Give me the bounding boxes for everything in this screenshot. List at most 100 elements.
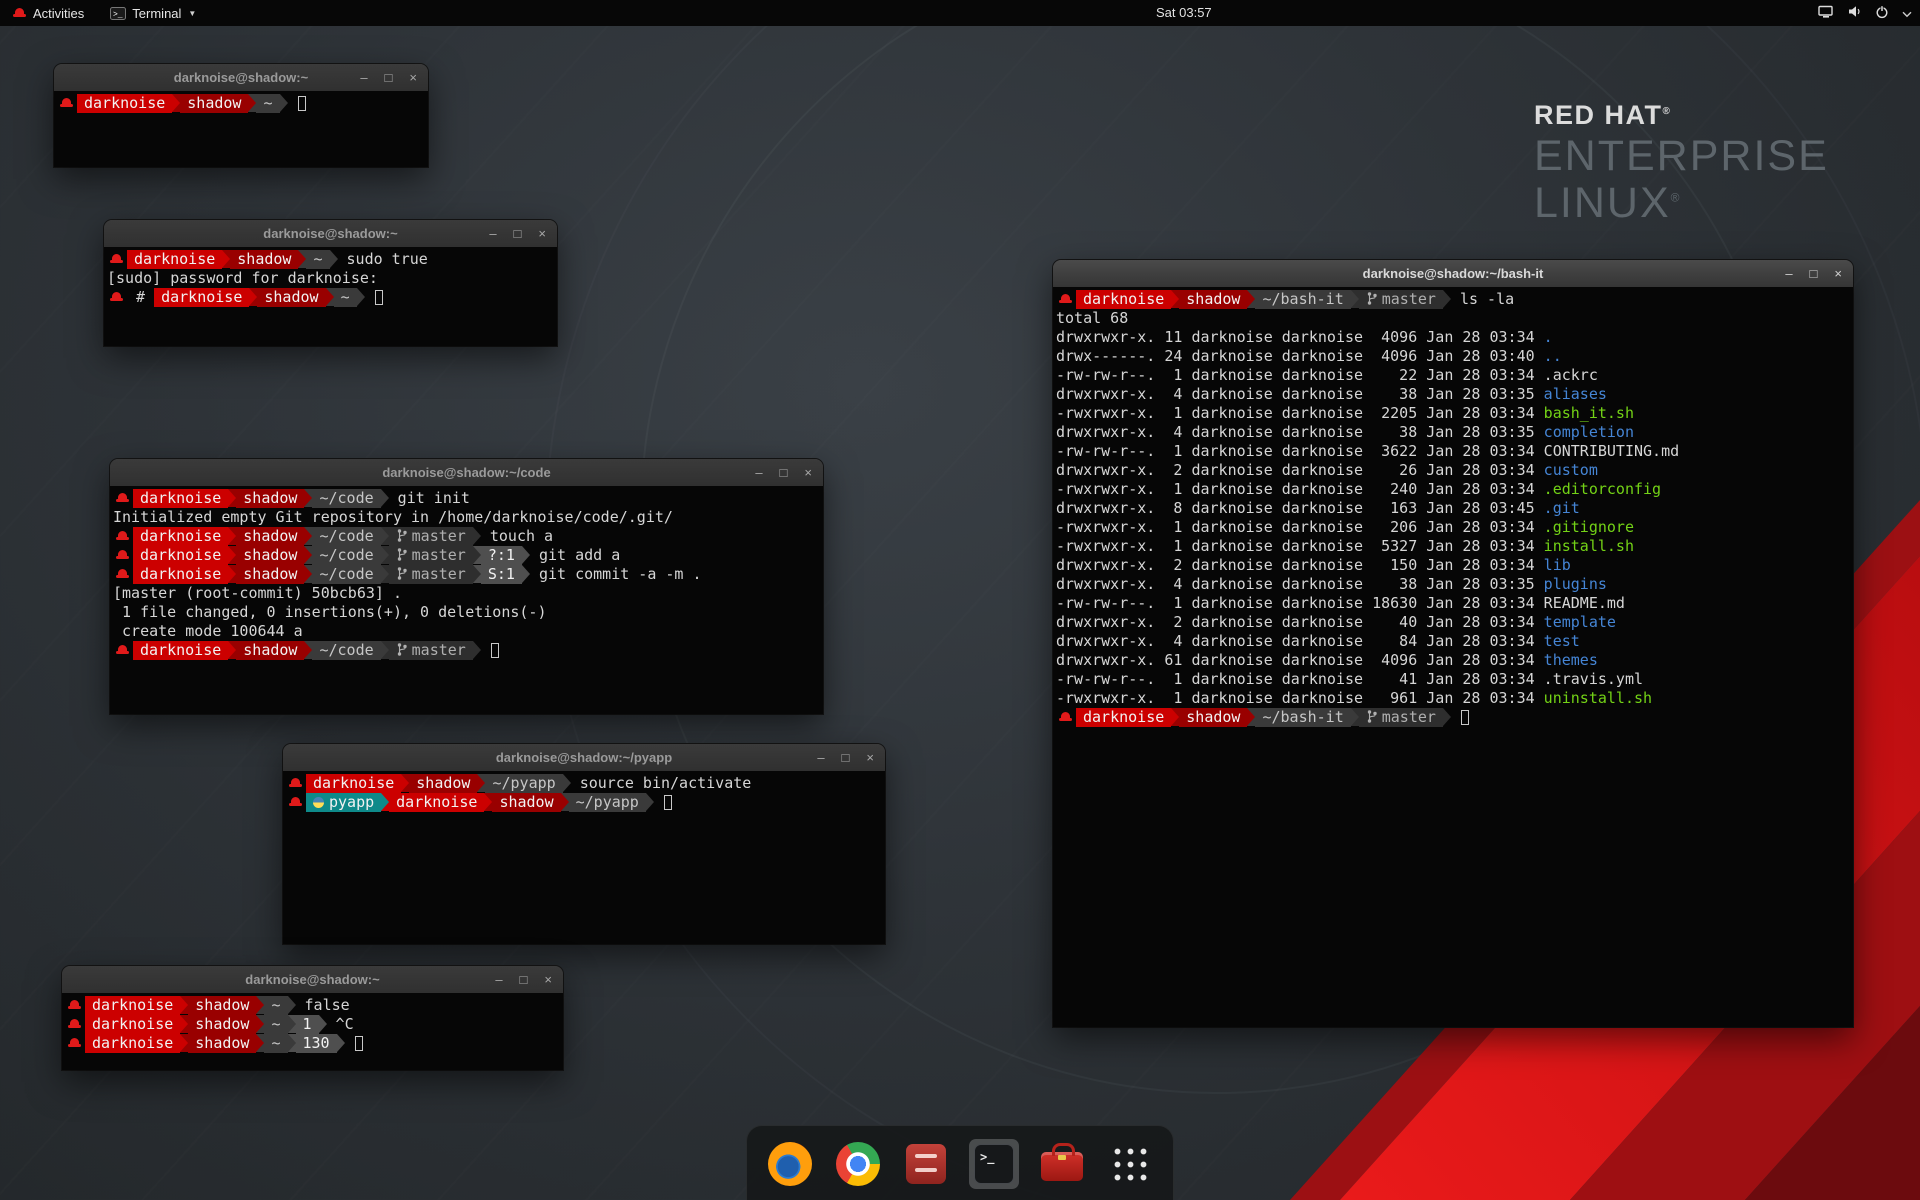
screen-share-icon[interactable]: [1818, 5, 1834, 22]
power-icon[interactable]: [1875, 5, 1889, 22]
window-title: darknoise@shadow:~/pyapp: [496, 750, 672, 765]
terminal-content[interactable]: darknoiseshadow~: [54, 91, 428, 167]
terminal-text: lib: [1544, 556, 1571, 574]
window-titlebar[interactable]: darknoise@shadow:~ –□ ×: [104, 220, 557, 248]
powerline-arrow: [381, 489, 389, 507]
minimize-button[interactable]: –: [495, 966, 502, 993]
terminal-content[interactable]: darknoiseshadow~/pyapp source bin/activa…: [283, 771, 885, 944]
app-menu-label: Terminal: [132, 6, 181, 21]
redhat-prompt-icon: [115, 641, 130, 660]
maximize-button[interactable]: □: [520, 966, 528, 993]
terminal-window-5: darknoise@shadow:~ –□× darknoiseshadow~ …: [62, 966, 563, 1070]
close-button[interactable]: ×: [804, 459, 812, 486]
powerline-arrow: [473, 565, 481, 583]
terminal-text: drwxrwxr-x. 2 darknoise darknoise 150 Ja…: [1056, 556, 1544, 574]
dock-item-firefox[interactable]: [765, 1139, 815, 1189]
terminal-cursor: [355, 1036, 363, 1051]
activities-button[interactable]: Activities: [8, 0, 88, 26]
powerline-arrow: [228, 641, 236, 659]
terminal-window-3: darknoise@shadow:~/code –□× darknoisesha…: [110, 459, 823, 714]
git-branch-icon: [396, 547, 408, 562]
minimize-button[interactable]: –: [489, 220, 496, 247]
powerline-arrow: [473, 546, 481, 564]
minimize-button[interactable]: –: [1785, 260, 1792, 287]
terminal-line: -rw-rw-r--. 1 darknoise darknoise 41 Jan…: [1056, 670, 1853, 689]
prompt-segment: ~: [264, 1015, 287, 1034]
terminal-line: -rw-rw-r--. 1 darknoise darknoise 18630 …: [1056, 594, 1853, 613]
dock-item-app-grid[interactable]: [1105, 1139, 1155, 1189]
git-branch-icon: [396, 642, 408, 657]
maximize-button[interactable]: □: [842, 744, 850, 771]
close-button[interactable]: ×: [866, 744, 874, 771]
prompt-segment: shadow: [188, 1015, 256, 1034]
powerline-arrow: [1247, 708, 1255, 726]
volume-icon[interactable]: [1847, 5, 1862, 21]
powerline-arrow: [473, 641, 481, 659]
terminal-line: drwxrwxr-x. 11 darknoise darknoise 4096 …: [1056, 328, 1853, 347]
svg-text:>_: >_: [113, 10, 123, 19]
minimize-button[interactable]: –: [817, 744, 824, 771]
terminal-window-4: darknoise@shadow:~/pyapp –□ × darknoisesh…: [283, 744, 885, 944]
trademark: ®: [1663, 106, 1672, 117]
terminal-line: darknoiseshadow~/bash-itmaster: [1056, 708, 1853, 727]
close-button[interactable]: ×: [544, 966, 552, 993]
window-titlebar[interactable]: darknoise@shadow:~/code –□×: [110, 459, 823, 487]
terminal-line: Initialized empty Git repository in /hom…: [113, 508, 823, 527]
dock-item-chrome[interactable]: [833, 1139, 883, 1189]
window-titlebar[interactable]: darknoise@shadow:~ –□ ×: [62, 966, 563, 994]
dock-item-files[interactable]: [901, 1139, 951, 1189]
redhat-prompt-icon: [59, 94, 74, 113]
terminal-line: create mode 100644 a: [113, 622, 823, 641]
powerline-arrow: [326, 288, 334, 306]
close-button[interactable]: ×: [409, 64, 417, 91]
prompt-segment: shadow: [188, 996, 256, 1015]
window-titlebar[interactable]: darknoise@shadow:~ –□×: [54, 64, 428, 92]
terminal-window-1: darknoise@shadow:~ –□× darknoiseshadow~: [54, 64, 428, 167]
clock[interactable]: Sat 03:57: [1156, 0, 1212, 26]
terminal-content[interactable]: darknoiseshadow~ falsedarknoiseshadow~1 …: [62, 993, 563, 1070]
terminal-text: ^C: [327, 1015, 354, 1033]
terminal-text: git init: [389, 489, 470, 507]
prompt-segment: pyapp: [306, 793, 381, 812]
terminal-text: touch a: [481, 527, 553, 545]
close-button[interactable]: ×: [538, 220, 546, 247]
minimize-button[interactable]: –: [360, 64, 367, 91]
maximize-button[interactable]: □: [1810, 260, 1818, 287]
prompt-segment: darknoise: [133, 546, 228, 565]
window-title: darknoise@shadow:~: [263, 226, 397, 241]
maximize-button[interactable]: □: [385, 64, 393, 91]
terminal-content[interactable]: darknoiseshadow~/bash-itmaster ls -latot…: [1053, 287, 1853, 1027]
terminal-text: total 68: [1056, 309, 1128, 327]
terminal-text: custom: [1544, 461, 1598, 479]
brand-linux: LINUX®: [1534, 182, 1829, 225]
maximize-button[interactable]: □: [780, 459, 788, 486]
prompt-segment: darknoise: [1076, 290, 1171, 309]
chevron-down-icon[interactable]: [1902, 6, 1912, 21]
window-titlebar[interactable]: darknoise@shadow:~/bash-it –□×: [1053, 260, 1853, 288]
prompt-segment: master: [389, 527, 473, 546]
dock-item-toolbox[interactable]: [1037, 1139, 1087, 1189]
window-title: darknoise@shadow:~: [245, 972, 379, 987]
terminal-text: drwxrwxr-x. 8 darknoise darknoise 163 Ja…: [1056, 499, 1544, 517]
terminal-line: drwxrwxr-x. 4 darknoise darknoise 38 Jan…: [1056, 575, 1853, 594]
window-titlebar[interactable]: darknoise@shadow:~/pyapp –□ ×: [283, 744, 885, 772]
powerline-arrow: [228, 565, 236, 583]
terminal-text: drwxrwxr-x. 2 darknoise darknoise 40 Jan…: [1056, 613, 1544, 631]
terminal-text: .travis.yml: [1544, 670, 1643, 688]
terminal-line: total 68: [1056, 309, 1853, 328]
minimize-button[interactable]: –: [755, 459, 762, 486]
terminal-content[interactable]: darknoiseshadow~ sudo true[sudo] passwor…: [104, 247, 557, 346]
close-button[interactable]: ×: [1834, 260, 1842, 287]
terminal-text: drwxrwxr-x. 2 darknoise darknoise 26 Jan…: [1056, 461, 1544, 479]
prompt-segment: darknoise: [85, 1034, 180, 1053]
terminal-line: darknoiseshadow~/code git init: [113, 489, 823, 508]
app-menu[interactable]: >_ Terminal ▼: [106, 0, 200, 26]
dock-item-terminal[interactable]: >_: [969, 1139, 1019, 1189]
maximize-button[interactable]: □: [514, 220, 522, 247]
powerline-arrow: [319, 1015, 327, 1033]
terminal-content[interactable]: darknoiseshadow~/code git initInitialize…: [110, 486, 823, 714]
prompt-segment: ~/bash-it: [1255, 290, 1350, 309]
prompt-segment: shadow: [492, 793, 560, 812]
powerline-arrow: [1247, 290, 1255, 308]
terminal-line: drwxrwxr-x. 2 darknoise darknoise 150 Ja…: [1056, 556, 1853, 575]
